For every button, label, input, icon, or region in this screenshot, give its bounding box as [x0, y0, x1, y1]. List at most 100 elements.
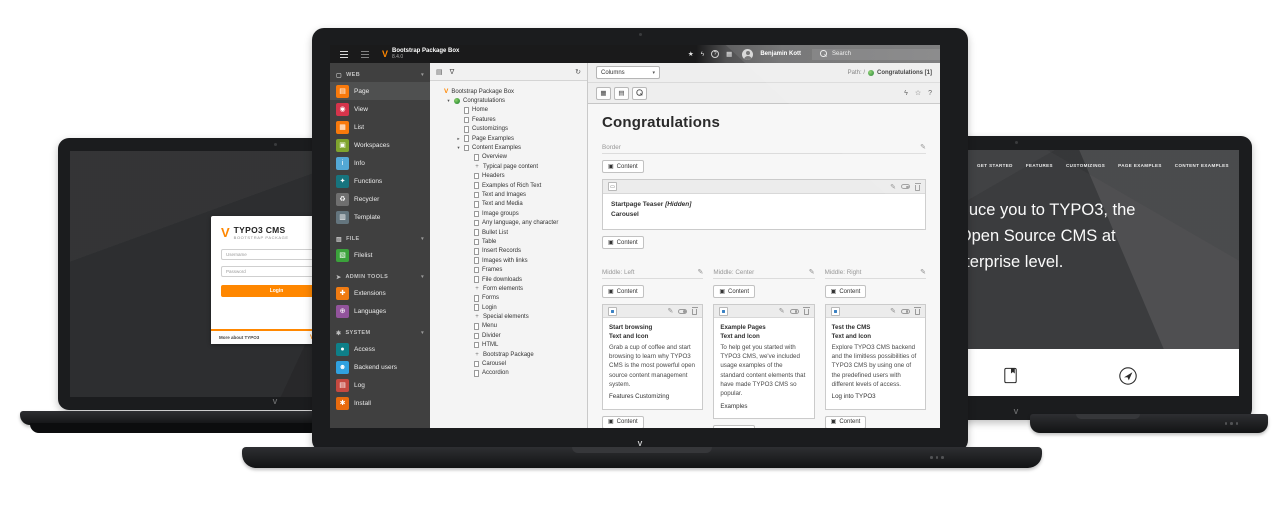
sidebar-item-languages[interactable]: ⊕Languages	[330, 302, 430, 320]
sidebar-item-backend-users[interactable]: ☻Backend users	[330, 358, 430, 376]
edit-icon[interactable]: ✎	[667, 307, 673, 315]
tree-node-page-examples[interactable]: ▸Page Examples	[432, 134, 585, 143]
tree-node-frames[interactable]: Frames	[432, 265, 585, 274]
refresh-icon[interactable]: ↻	[575, 68, 581, 76]
pagetree-toggle-icon[interactable]	[361, 51, 369, 58]
edit-column-icon[interactable]: ✎	[920, 268, 926, 276]
nav-item-content-examples[interactable]: CONTENT EXAMPLES	[1175, 163, 1229, 168]
bookmark-outline-icon[interactable]: ☆	[915, 89, 921, 97]
nav-item-customizings[interactable]: CUSTOMIZINGS	[1066, 163, 1105, 168]
sidebar-item-recycler[interactable]: ♻Recycler	[330, 190, 430, 208]
menu-toggle-icon[interactable]	[340, 51, 348, 58]
edit-icon[interactable]: ✎	[779, 307, 785, 315]
tree-node-special-elements[interactable]: +Special elements	[432, 312, 585, 321]
add-content-button[interactable]: ▣Content	[713, 285, 755, 298]
tree-node-form-elements[interactable]: +Form elements	[432, 284, 585, 293]
sidebar-item-workspaces[interactable]: ▣Workspaces	[330, 136, 430, 154]
tree-node-accordion[interactable]: Accordion	[432, 369, 585, 378]
delete-icon[interactable]	[915, 309, 920, 315]
tree-node-menu[interactable]: Menu	[432, 322, 585, 331]
sidebar-item-view[interactable]: ◉View	[330, 100, 430, 118]
tree-node-insert-records[interactable]: Insert Records	[432, 247, 585, 256]
more-about-link[interactable]: More about TYPO3	[219, 335, 259, 340]
sidebar-item-list[interactable]: ▦List	[330, 118, 430, 136]
columns-select[interactable]: Columns ▾	[596, 66, 660, 79]
expander-icon[interactable]: ▾	[456, 145, 461, 151]
cache-bolt-icon[interactable]: ϟ	[904, 90, 908, 97]
delete-icon[interactable]	[915, 185, 920, 191]
sidebar-item-install[interactable]: ✱Install	[330, 394, 430, 412]
edit-column-icon[interactable]: ✎	[809, 268, 815, 276]
sidebar-item-log[interactable]: ▤Log	[330, 376, 430, 394]
tree-node-bootstrap-package[interactable]: +Bootstrap Package	[432, 350, 585, 359]
tree-node-customizings[interactable]: Customizings	[432, 125, 585, 134]
tree-node-images-with-links[interactable]: Images with links	[432, 256, 585, 265]
sidebar-section-file[interactable]: ▨FILE▾	[330, 232, 430, 246]
tree-node-image-groups[interactable]: Image groups	[432, 209, 585, 218]
edit-icon[interactable]: ✎	[890, 307, 896, 315]
bookmark-star-icon[interactable]: ★	[688, 50, 694, 58]
expander-icon[interactable]: ▾	[446, 98, 451, 104]
tree-node-examples-of-rich-text[interactable]: Examples of Rich Text	[432, 181, 585, 190]
tree-node-file-downloads[interactable]: File downloads	[432, 275, 585, 284]
card-link[interactable]: Log into TYPO3	[832, 392, 919, 401]
tree-node-overview[interactable]: Overview	[432, 153, 585, 162]
tree-node-html[interactable]: HTML	[432, 341, 585, 350]
visibility-toggle-icon[interactable]	[678, 309, 687, 314]
content-element-card[interactable]: ✎Test the CMSText and IconExplore TYPO3 …	[825, 304, 926, 409]
tree-node-features[interactable]: Features	[432, 115, 585, 124]
tree-node-text-and-images[interactable]: Text and Images	[432, 190, 585, 199]
tree-node-any-language-any-character[interactable]: Any language, any character	[432, 218, 585, 227]
tree-node-headers[interactable]: Headers	[432, 172, 585, 181]
tree-node-typical-page-content[interactable]: +Typical page content	[432, 162, 585, 171]
tree-node-carousel[interactable]: Carousel	[432, 359, 585, 368]
new-page-icon[interactable]: ▤	[436, 68, 443, 76]
sidebar-item-filelist[interactable]: ▧Filelist	[330, 246, 430, 264]
nav-item-page-examples[interactable]: PAGE EXAMPLES	[1118, 163, 1162, 168]
docheader-help-icon[interactable]: ?	[928, 90, 932, 97]
expander-icon[interactable]: ▸	[456, 136, 461, 142]
add-content-button[interactable]: ▣Content	[602, 285, 644, 298]
edit-icon[interactable]: ✎	[890, 183, 896, 191]
sidebar-section-web[interactable]: ▢WEB▾	[330, 68, 430, 82]
add-content-button[interactable]: ▣Content	[602, 416, 644, 429]
visibility-toggle-icon[interactable]	[901, 184, 910, 189]
tree-node-content-examples[interactable]: ▾Content Examples	[432, 143, 585, 152]
edit-column-icon[interactable]: ✎	[697, 268, 703, 276]
sidebar-item-functions[interactable]: ✦Functions	[330, 172, 430, 190]
edit-page-button[interactable]: ▤	[614, 87, 629, 100]
sidebar-section-admin-tools[interactable]: ➤ADMIN TOOLS▾	[330, 270, 430, 284]
add-content-button[interactable]: ▣Content	[713, 425, 755, 428]
tree-node-forms[interactable]: Forms	[432, 294, 585, 303]
tree-node-login[interactable]: Login	[432, 303, 585, 312]
add-content-button[interactable]: ▣ Content	[602, 160, 644, 173]
content-element-card[interactable]: ✎Start browsingText and IconGrab a cup o…	[602, 304, 703, 409]
card-link[interactable]: Examples	[720, 402, 807, 411]
layout-view-button[interactable]: ▦	[596, 87, 611, 100]
visibility-toggle-icon[interactable]	[790, 309, 799, 314]
user-name[interactable]: Benjamin Kott	[760, 51, 801, 57]
search-input[interactable]: Search	[812, 49, 940, 60]
tree-node-home[interactable]: Home	[432, 106, 585, 115]
add-content-button[interactable]: ▣ Content	[602, 236, 644, 249]
tree-node-congratulations[interactable]: ▾Congratulations	[432, 96, 585, 105]
sidebar-section-system[interactable]: ✱SYSTEM▾	[330, 326, 430, 340]
clear-cache-icon[interactable]: ϟ	[701, 51, 704, 58]
add-content-button[interactable]: ▣Content	[825, 416, 867, 429]
help-icon[interactable]: ?	[711, 50, 719, 58]
sidebar-item-template[interactable]: ▥Template	[330, 208, 430, 226]
sidebar-item-access[interactable]: ●Access	[330, 340, 430, 358]
visibility-toggle-icon[interactable]	[901, 309, 910, 314]
tree-node-bullet-list[interactable]: Bullet List	[432, 228, 585, 237]
tree-node-divider[interactable]: Divider	[432, 331, 585, 340]
card-link[interactable]: Features Customizing	[609, 392, 696, 401]
content-element-card[interactable]: ▭ ✎ Startpage Teaser [Hid	[602, 179, 926, 230]
sidebar-item-info[interactable]: iInfo	[330, 154, 430, 172]
modules-grid-icon[interactable]: ▦	[726, 50, 732, 58]
add-content-button[interactable]: ▣Content	[825, 285, 867, 298]
search-button[interactable]	[632, 87, 647, 100]
content-element-card[interactable]: ✎Example PagesText and IconTo help get y…	[713, 304, 814, 419]
tree-node-text-and-media[interactable]: Text and Media	[432, 200, 585, 209]
filter-icon[interactable]: ∇	[450, 68, 455, 76]
delete-icon[interactable]	[804, 309, 809, 315]
